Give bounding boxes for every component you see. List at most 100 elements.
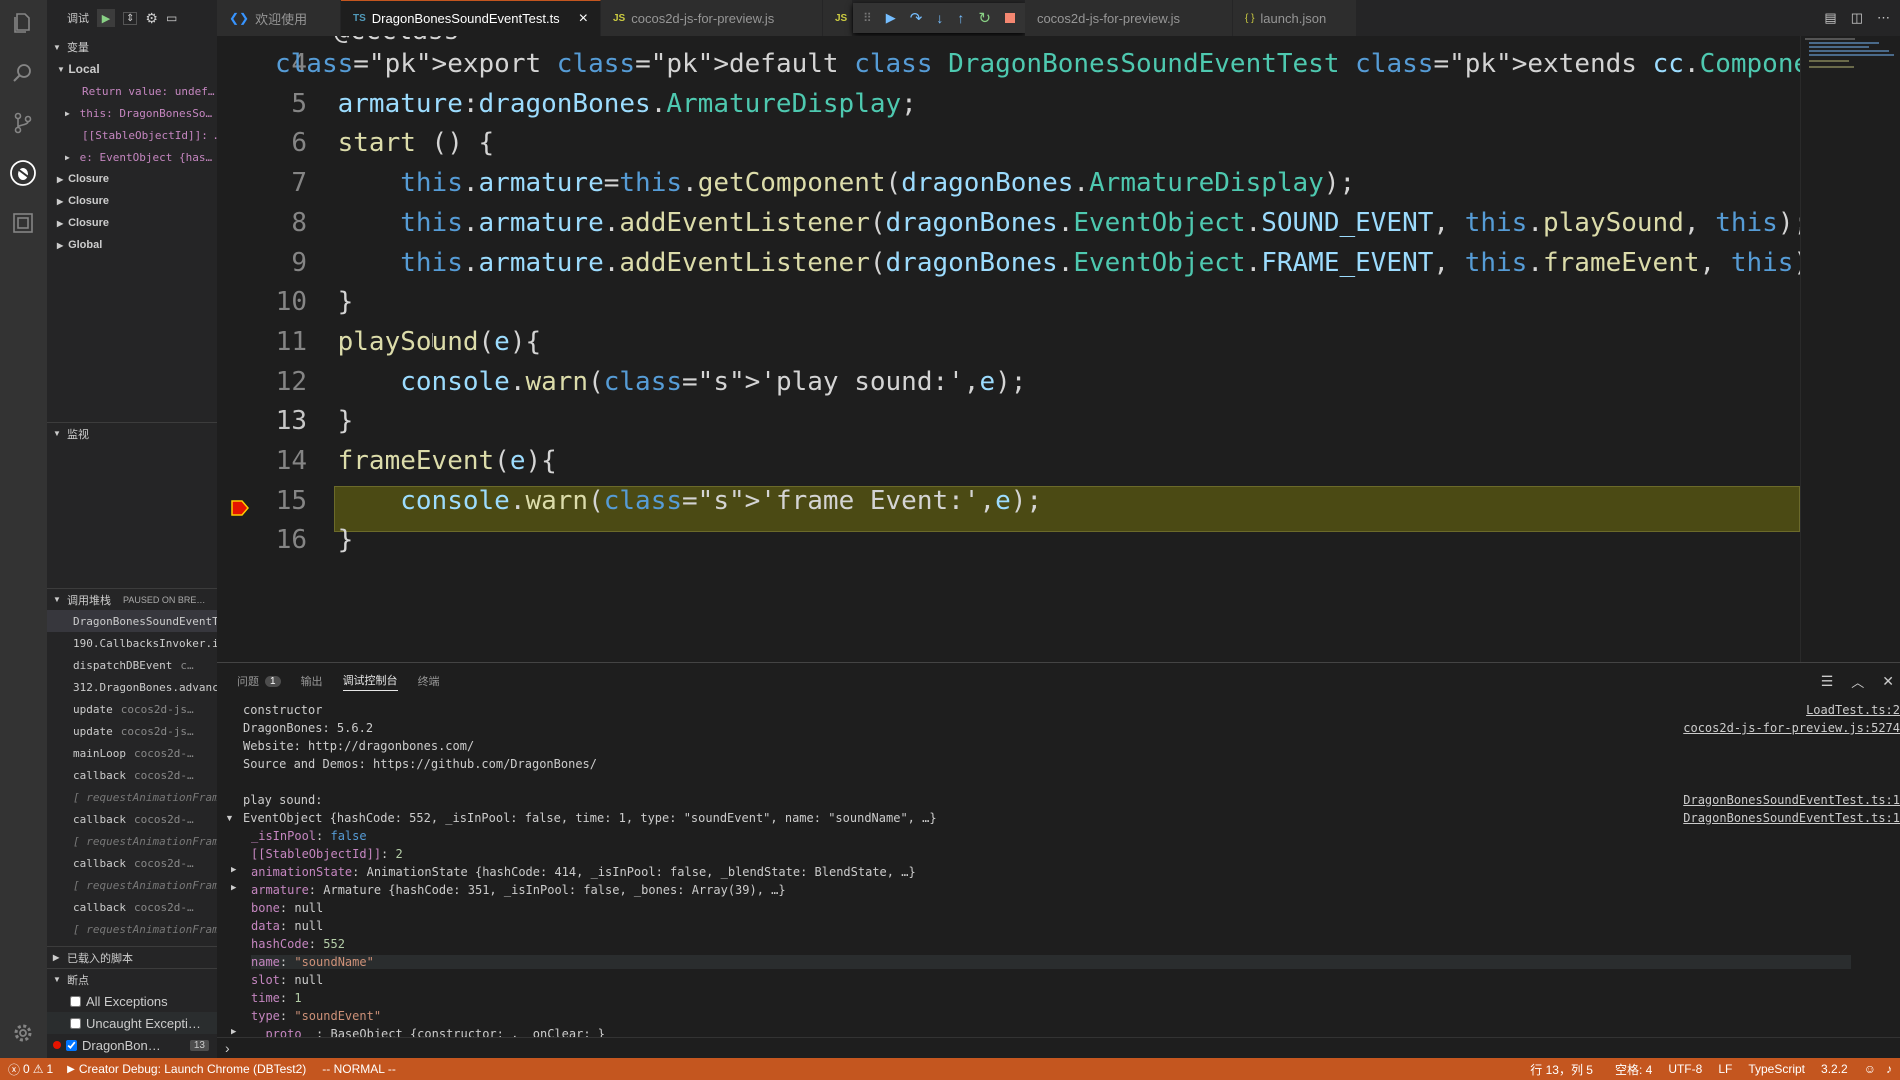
expand-arrow-icon[interactable]: ▼: [225, 813, 234, 823]
step-into-icon[interactable]: ↓: [936, 10, 943, 26]
minimap[interactable]: [1800, 36, 1900, 662]
console-property[interactable]: type: "soundEvent": [251, 1009, 381, 1023]
search-icon[interactable]: [8, 58, 38, 88]
end-of-line[interactable]: LF: [1718, 1062, 1748, 1076]
callstack-section-header[interactable]: ▼ 调用堆栈 PAUSED ON BRE…: [47, 588, 217, 610]
scope-closure[interactable]: ▶ Closure: [47, 212, 217, 234]
tab-cocos-preview[interactable]: JS cocos2d-js-for-preview.js: [601, 0, 823, 36]
code-editor[interactable]: @ccclass 4class="pk">export class="pk">d…: [217, 36, 1800, 662]
console-property[interactable]: slot: null: [251, 973, 323, 987]
callstack-frame[interactable]: update cocos2d-js…: [47, 698, 217, 720]
console-property[interactable]: name: "soundName": [251, 955, 1851, 969]
callstack-frame[interactable]: callback cocos2d-…: [47, 808, 217, 830]
callstack-frame[interactable]: [ requestAnimationFram: [47, 918, 217, 940]
feedback-smiley-icon[interactable]: ☺: [1864, 1062, 1886, 1076]
ts-version[interactable]: 3.2.2: [1821, 1062, 1864, 1076]
tab-terminal[interactable]: 终端: [418, 673, 440, 689]
breakpoint-item[interactable]: Uncaught Excepti…: [47, 1012, 217, 1034]
callstack-frame[interactable]: [ requestAnimationFram: [47, 874, 217, 896]
drag-handle-icon[interactable]: ⠿: [863, 11, 872, 25]
callstack-frame[interactable]: dispatchDBEvent c…: [47, 654, 217, 676]
variable-stable-id[interactable]: [[StableObjectId]]: …: [47, 124, 217, 146]
close-panel-icon[interactable]: ✕: [1882, 673, 1894, 690]
variable-e[interactable]: ▶ e: EventObject {has…: [47, 146, 217, 168]
indentation[interactable]: 空格: 4: [1615, 1061, 1668, 1078]
tab-launch-json[interactable]: { } launch.json: [1232, 0, 1357, 36]
callstack-frame[interactable]: 190.CallbacksInvoker.i: [47, 632, 217, 654]
callstack-frame[interactable]: 312.DragonBones.advanc: [47, 676, 217, 698]
restart-icon[interactable]: ↻: [978, 9, 991, 27]
step-out-icon[interactable]: ↑: [957, 10, 964, 26]
breakpoints-header[interactable]: ▼ 断点: [47, 968, 217, 990]
console-property[interactable]: _isInPool: false: [251, 829, 367, 843]
breakpoint-checkbox[interactable]: [66, 1039, 77, 1051]
clear-console-icon[interactable]: ☰: [1821, 673, 1834, 690]
breakpoint-item[interactable]: DragonBon… 13: [47, 1034, 217, 1056]
console-source-link[interactable]: LoadTest.ts:2: [1806, 703, 1900, 717]
console-input[interactable]: ›: [217, 1037, 1900, 1059]
debug-launch-status[interactable]: ▶ Creator Debug: Launch Chrome (DBTest2): [53, 1062, 306, 1076]
tab-welcome[interactable]: ❮❯ 欢迎使用: [217, 0, 341, 36]
callstack-frame[interactable]: mainLoop cocos2d-…: [47, 742, 217, 764]
scope-global[interactable]: ▶ Global: [47, 234, 217, 256]
files-icon[interactable]: [8, 8, 38, 38]
gear-icon[interactable]: ⚙: [145, 10, 158, 27]
console-property[interactable]: ▶ __proto__: BaseObject {constructor: , _…: [231, 1027, 605, 1037]
console-property[interactable]: ▶ armature: Armature {hashCode: 351, _isI…: [231, 883, 786, 897]
start-debugging-button[interactable]: ▶: [97, 9, 115, 27]
breakpoint-checkbox[interactable]: [70, 1017, 81, 1029]
breakpoint-item[interactable]: All Exceptions: [47, 990, 217, 1012]
scope-closure[interactable]: ▶ Closure: [47, 190, 217, 212]
debug-icon[interactable]: [8, 158, 38, 188]
callstack-frame[interactable]: [ requestAnimationFram: [47, 786, 217, 808]
source-control-icon[interactable]: [8, 108, 38, 138]
tab-problems[interactable]: 问题 1: [237, 673, 281, 689]
open-changes-icon[interactable]: ▤: [1824, 10, 1836, 26]
console-source-link[interactable]: DragonBonesSoundEventTest.ts:1: [1683, 811, 1900, 825]
console-line[interactable]: EventObject {hashCode: 552, _isInPool: f…: [243, 811, 937, 825]
scope-closure[interactable]: ▶ Closure: [47, 168, 217, 190]
settings-gear-icon[interactable]: [8, 1018, 38, 1048]
tab-cocos-preview-2[interactable]: cocos2d-js-for-preview.js: [1024, 0, 1233, 36]
stop-icon[interactable]: [1004, 13, 1015, 23]
callstack-frame[interactable]: callback cocos2d-…: [47, 896, 217, 918]
expand-arrow-icon[interactable]: ▶: [231, 883, 236, 893]
console-property[interactable]: bone: null: [251, 901, 323, 915]
language-mode[interactable]: TypeScript: [1748, 1062, 1821, 1076]
console-property[interactable]: time: 1: [251, 991, 302, 1005]
encoding[interactable]: UTF-8: [1668, 1062, 1718, 1076]
expand-arrow-icon[interactable]: ▶: [231, 1027, 236, 1037]
tab-dragonbones-ts[interactable]: TS DragonBonesSoundEventTest.ts ×: [341, 0, 601, 36]
cursor-position[interactable]: 行 13，列 5: [1530, 1061, 1615, 1078]
watch-section-header[interactable]: ▼ 监视: [47, 422, 217, 444]
variables-section-header[interactable]: ▼ 变量: [47, 36, 217, 58]
console-property[interactable]: [[StableObjectId]]: 2: [251, 847, 403, 861]
callstack-frame[interactable]: [ requestAnimationFram: [47, 830, 217, 852]
scope-local[interactable]: ▼ Local: [47, 58, 217, 80]
problems-indicator[interactable]: ⓧ 0 ⚠ 1: [0, 1061, 53, 1078]
more-actions-icon[interactable]: ⋯: [1877, 10, 1890, 26]
console-property[interactable]: ▶ animationState: AnimationState {hashCod…: [231, 865, 916, 879]
continue-icon[interactable]: ▶: [886, 10, 896, 26]
callstack-frame[interactable]: update cocos2d-js…: [47, 720, 217, 742]
callstack-frame[interactable]: DragonBonesSoundEventT: [47, 610, 217, 632]
maximize-panel-icon[interactable]: ︿: [1851, 672, 1864, 691]
breakpoint-checkbox[interactable]: [70, 995, 81, 1007]
step-over-icon[interactable]: ↷: [910, 9, 923, 27]
console-source-link[interactable]: cocos2d-js-for-preview.js:5274: [1683, 721, 1900, 735]
loaded-scripts-header[interactable]: ▶ 已载入的脚本: [47, 946, 217, 968]
debug-config-select[interactable]: ⇕: [123, 11, 138, 25]
callstack-frame[interactable]: callback cocos2d-…: [47, 764, 217, 786]
close-icon[interactable]: ×: [579, 10, 588, 28]
tab-output[interactable]: 输出: [301, 673, 323, 689]
tab-js[interactable]: JS: [823, 0, 853, 36]
debug-console-icon[interactable]: ▭: [166, 11, 177, 25]
expand-arrow-icon[interactable]: ▶: [231, 865, 236, 875]
callstack-frame[interactable]: callback cocos2d-…: [47, 852, 217, 874]
variable-return-value[interactable]: Return value: undef…: [47, 80, 217, 102]
tab-debug-console[interactable]: 调试控制台: [342, 672, 398, 691]
variable-this[interactable]: ▶ this: DragonBonesSo…: [47, 102, 217, 124]
console-source-link[interactable]: DragonBonesSoundEventTest.ts:1: [1683, 793, 1900, 807]
console-property[interactable]: hashCode: 552: [251, 937, 345, 951]
console-property[interactable]: data: null: [251, 919, 323, 933]
